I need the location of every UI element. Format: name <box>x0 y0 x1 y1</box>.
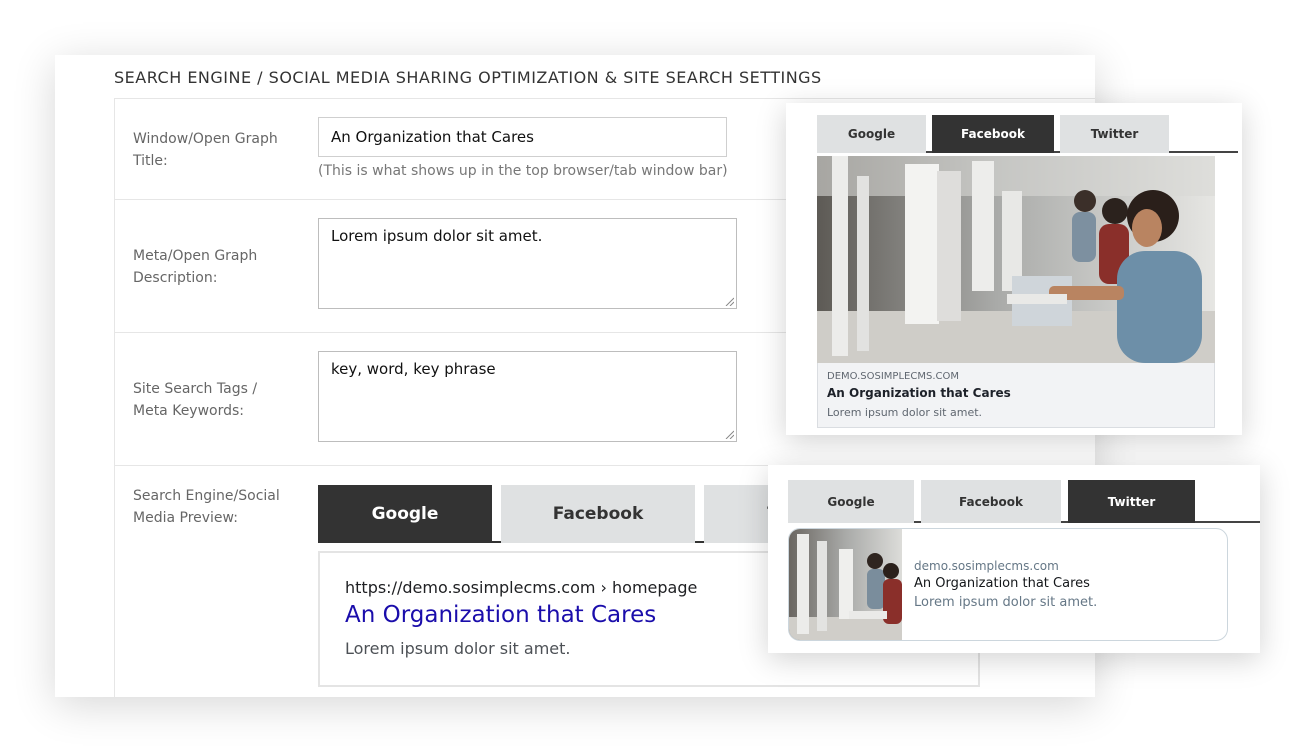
fb-card-tab-facebook[interactable]: Facebook <box>932 115 1054 153</box>
facebook-preview-description: Lorem ipsum dolor sit amet. <box>827 406 983 419</box>
preview-label: Search Engine/Social Media Preview: <box>133 488 280 526</box>
resize-grip-icon[interactable] <box>725 297 734 306</box>
title-input[interactable]: An Organization that Cares <box>318 117 727 157</box>
facebook-preview-domain: DEMO.SOSIMPLECMS.COM <box>827 371 959 382</box>
fb-card-tab-twitter[interactable]: Twitter <box>1060 115 1169 153</box>
resize-grip-icon[interactable] <box>725 430 734 439</box>
description-text: Lorem ipsum dolor sit amet. <box>331 227 543 245</box>
facebook-preview-card: Google Facebook Twitter DEMO.SOSIMPLECMS… <box>786 103 1242 435</box>
tab-google[interactable]: Google <box>318 485 492 543</box>
tw-card-tab-google[interactable]: Google <box>788 480 914 523</box>
title-hint: (This is what shows up in the top browse… <box>318 163 728 179</box>
twitter-card-tabs: Google Facebook Twitter <box>788 480 1260 523</box>
description-label: Meta/Open Graph Description: <box>133 248 258 286</box>
google-preview-url: https://demo.sosimplecms.com › homepage <box>345 578 698 597</box>
google-preview-title[interactable]: An Organization that Cares <box>345 602 656 628</box>
panel-title: SEARCH ENGINE / SOCIAL MEDIA SHARING OPT… <box>114 68 822 87</box>
tab-facebook[interactable]: Facebook <box>501 485 695 543</box>
description-textarea[interactable]: Lorem ipsum dolor sit amet. <box>318 218 737 309</box>
title-label: Window/Open Graph Title: <box>133 131 278 169</box>
twitter-preview-domain: demo.sosimplecms.com <box>914 559 1059 573</box>
office-photo <box>817 156 1215 363</box>
twitter-preview-box[interactable]: demo.sosimplecms.com An Organization tha… <box>788 528 1228 641</box>
twitter-preview-image <box>789 529 902 640</box>
google-preview-description: Lorem ipsum dolor sit amet. <box>345 639 571 658</box>
twitter-preview-description: Lorem ipsum dolor sit amet. <box>914 595 1098 610</box>
stage: SEARCH ENGINE / SOCIAL MEDIA SHARING OPT… <box>0 0 1309 756</box>
keywords-text: key, word, key phrase <box>331 360 496 378</box>
facebook-preview-meta: DEMO.SOSIMPLECMS.COM An Organization tha… <box>817 363 1215 428</box>
keywords-label: Site Search Tags / Meta Keywords: <box>133 381 258 419</box>
facebook-card-tabs: Google Facebook Twitter <box>817 115 1238 153</box>
tw-card-tab-twitter[interactable]: Twitter <box>1068 480 1195 523</box>
tw-card-tab-facebook[interactable]: Facebook <box>921 480 1061 523</box>
twitter-preview-title: An Organization that Cares <box>914 576 1090 591</box>
keywords-textarea[interactable]: key, word, key phrase <box>318 351 737 442</box>
office-photo-thumbnail <box>789 529 902 640</box>
fb-card-tab-google[interactable]: Google <box>817 115 926 153</box>
twitter-preview-card: Google Facebook Twitter demo.sosimplecms… <box>768 465 1260 653</box>
facebook-preview-title[interactable]: An Organization that Cares <box>827 386 1011 400</box>
facebook-preview-image <box>817 156 1215 363</box>
